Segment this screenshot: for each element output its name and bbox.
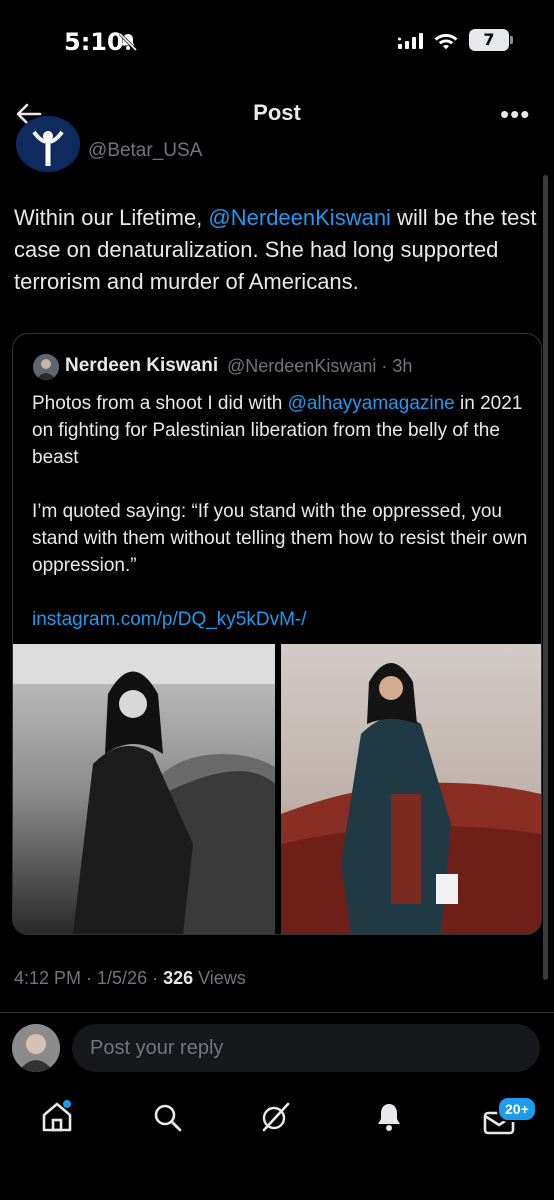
tweet-text-part: Within our Lifetime, xyxy=(14,205,209,230)
tweet-text: Within our Lifetime, @NerdeenKiswani wil… xyxy=(14,202,544,298)
photo-color[interactable] xyxy=(281,644,541,934)
divider xyxy=(0,1012,554,1013)
messages-badge: 20+ xyxy=(497,1096,537,1122)
more-options-icon[interactable]: ••• xyxy=(500,101,530,127)
notifications-bell-icon[interactable] xyxy=(372,1100,406,1134)
author-avatar[interactable] xyxy=(16,116,80,172)
cellular-signal-icon xyxy=(398,33,423,49)
post-meta: 4:12 PM · 1/5/26 · 326 Views xyxy=(14,968,246,989)
views-label: Views xyxy=(193,968,246,988)
wifi-icon xyxy=(434,34,458,50)
views-count: 326 xyxy=(163,968,194,988)
reply-placeholder: Post your reply xyxy=(90,1037,224,1059)
quoted-author-name[interactable]: Nerdeen Kiswani xyxy=(65,355,218,377)
reply-avatar xyxy=(12,1024,60,1072)
quoted-author-handle[interactable]: @NerdeenKiswani · 3h xyxy=(227,356,412,377)
profile-photo-icon xyxy=(12,1024,60,1072)
mention-link[interactable]: @alhayyamagazine xyxy=(288,393,455,414)
profile-photo-icon xyxy=(33,354,59,380)
page-title: Post xyxy=(253,100,301,125)
status-time: 5:10 xyxy=(64,28,124,56)
post-timestamp: 4:12 PM · 1/5/26 · xyxy=(14,968,164,988)
betar-logo-icon xyxy=(16,116,80,172)
battery-level: 7 xyxy=(483,30,495,49)
quoted-text-part: Photos from a shoot I did with xyxy=(32,393,288,414)
quoted-post[interactable]: Nerdeen Kiswani @NerdeenKiswani · 3h Pho… xyxy=(12,333,542,935)
instagram-link[interactable]: instagram.com/p/DQ_ky5kDvM-/ xyxy=(32,606,532,633)
search-icon[interactable] xyxy=(150,1100,184,1134)
quoted-text: Photos from a shoot I did with @alhayyam… xyxy=(32,390,532,660)
home-notification-dot xyxy=(63,1100,71,1108)
scrollbar[interactable] xyxy=(543,175,548,980)
quoted-paragraph: I’m quoted saying: “If you stand with th… xyxy=(32,501,528,576)
mention-link[interactable]: @NerdeenKiswani xyxy=(208,205,391,230)
photo-black-and-white[interactable] xyxy=(13,644,275,934)
battery-indicator: 7 xyxy=(469,29,513,51)
grok-icon[interactable] xyxy=(258,1100,292,1134)
author-handle[interactable]: @Betar_USA xyxy=(88,140,202,162)
quoted-author-avatar[interactable] xyxy=(33,354,59,380)
bell-slash-icon xyxy=(118,32,138,52)
